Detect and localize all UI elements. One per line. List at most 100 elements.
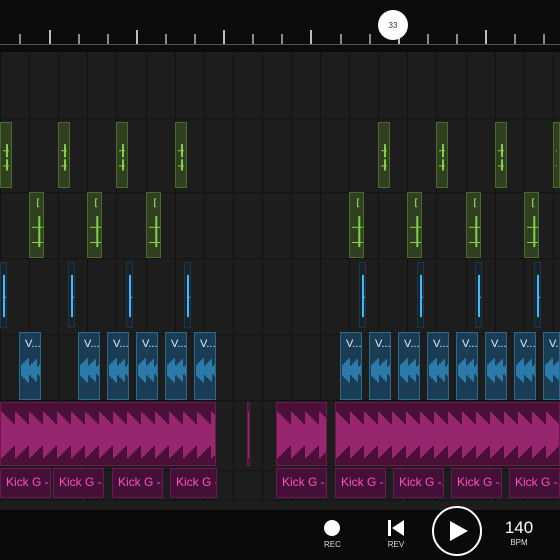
kick-clip-label: Kick G -...	[6, 475, 50, 489]
ruler-tick	[78, 34, 80, 44]
vox-clip-label: V...	[200, 338, 216, 350]
vox-clip[interactable]: V...	[340, 332, 362, 400]
ruler-baseline	[0, 44, 560, 45]
ruler-tick	[456, 34, 458, 44]
kick-clip[interactable]: Kick G -...	[335, 468, 386, 498]
perc-clip[interactable]	[0, 262, 7, 328]
vox-clip[interactable]: V...	[78, 332, 100, 400]
perc-clip[interactable]	[359, 262, 366, 328]
perc-clip[interactable]	[126, 262, 133, 328]
kick-clip-label: Kick G -...	[515, 475, 559, 489]
vox-clip[interactable]: V...	[427, 332, 449, 400]
vox-clip-label: V...	[520, 338, 536, 350]
snare-clip-label: [...	[355, 198, 363, 209]
ruler-tick	[485, 30, 487, 44]
snare-clip-label: [...	[93, 198, 101, 209]
timeline-ruler[interactable]: 33	[0, 0, 560, 52]
kick-clip-label: Kick G -...	[399, 475, 443, 489]
snare-clip[interactable]: [...	[29, 192, 44, 258]
vox-clip[interactable]: V...	[456, 332, 478, 400]
kick-clip-label: Kick G -...	[341, 475, 385, 489]
vox-clip[interactable]: V...	[369, 332, 391, 400]
vox-clip-label: V...	[549, 338, 559, 350]
rec-label: REC	[324, 540, 341, 549]
hat-clip[interactable]	[495, 122, 507, 188]
snare-clip[interactable]: [...	[407, 192, 422, 258]
ruler-tick	[543, 34, 545, 44]
sequencer-app: 33 [... [... [... [... [... [... [... V... V... V…	[0, 0, 560, 560]
kick-clip[interactable]: Kick G -...	[276, 468, 327, 498]
rev-button[interactable]: REV	[386, 520, 406, 549]
vox-clip-label: V...	[433, 338, 449, 350]
bass-clip[interactable]	[0, 402, 216, 466]
kick-clip[interactable]: Kick G -...	[112, 468, 163, 498]
vox-clip[interactable]: V...	[19, 332, 41, 400]
snare-clip[interactable]: [...	[146, 192, 161, 258]
bass-clip[interactable]	[276, 402, 327, 466]
kick-clip[interactable]: Kick G -...	[0, 468, 51, 498]
playhead-marker[interactable]: 33	[378, 10, 408, 40]
snare-clip-label: [...	[530, 198, 538, 209]
hat-clip[interactable]	[0, 122, 12, 188]
ruler-tick	[194, 34, 196, 44]
snare-clip[interactable]: [...	[466, 192, 481, 258]
vox-clip[interactable]: V...	[543, 332, 560, 400]
hat-clip[interactable]	[175, 122, 187, 188]
bpm-value: 140	[504, 518, 534, 537]
snare-clip[interactable]: [...	[349, 192, 364, 258]
perc-clip[interactable]	[534, 262, 541, 328]
play-icon	[450, 521, 468, 541]
vox-clip[interactable]: V...	[107, 332, 129, 400]
vox-clip[interactable]: V...	[398, 332, 420, 400]
kick-clip[interactable]: Kick G -...	[393, 468, 444, 498]
perc-clip[interactable]	[475, 262, 482, 328]
snare-clip[interactable]: [...	[87, 192, 102, 258]
snare-clip-label: [...	[472, 198, 480, 209]
perc-clip[interactable]	[184, 262, 191, 328]
bass-clip[interactable]	[335, 402, 560, 466]
track-grid[interactable]: [... [... [... [... [... [... [... V... V... V...…	[0, 52, 560, 501]
bass-clip[interactable]	[247, 402, 250, 466]
bass-waveform	[277, 412, 326, 458]
vox-clip[interactable]: V...	[194, 332, 216, 400]
perc-waveform	[478, 274, 481, 318]
perc-waveform	[71, 274, 74, 318]
ruler-tick	[107, 34, 109, 44]
vox-clip[interactable]: V...	[485, 332, 507, 400]
bpm-label: BPM	[510, 538, 528, 547]
snare-clip[interactable]: [...	[524, 192, 539, 258]
hat-clip[interactable]	[436, 122, 448, 188]
ruler-tick	[165, 34, 167, 44]
track-row[interactable]	[0, 122, 560, 193]
hat-clip[interactable]	[116, 122, 128, 188]
perc-waveform	[129, 274, 132, 318]
hat-waveform	[556, 150, 557, 167]
hat-waveform	[498, 144, 504, 171]
kick-clip[interactable]: Kick G -...	[170, 468, 217, 498]
ruler-tick	[223, 30, 225, 44]
kick-clip[interactable]: Kick G -...	[509, 468, 560, 498]
ruler-tick	[340, 34, 342, 44]
tempo-display[interactable]: 140 BPM	[496, 518, 542, 547]
perc-waveform	[362, 274, 365, 318]
vox-clip-label: V...	[25, 338, 41, 350]
track-row[interactable]	[0, 52, 560, 119]
hat-waveform	[3, 144, 9, 171]
hat-clip[interactable]	[553, 122, 560, 188]
vox-clip[interactable]: V...	[136, 332, 158, 400]
kick-clip[interactable]: Kick G -...	[53, 468, 104, 498]
hat-clip[interactable]	[58, 122, 70, 188]
kick-clip[interactable]: Kick G -...	[451, 468, 502, 498]
perc-clip[interactable]	[68, 262, 75, 328]
ruler-tick	[310, 30, 312, 44]
hat-clip[interactable]	[378, 122, 390, 188]
perc-clip[interactable]	[417, 262, 424, 328]
vox-clip[interactable]: V...	[165, 332, 187, 400]
kick-clip-label: Kick G -...	[282, 475, 326, 489]
play-button[interactable]	[432, 506, 482, 556]
vox-clip-label: V...	[375, 338, 391, 350]
rec-button[interactable]: REC	[324, 520, 341, 549]
rev-label: REV	[387, 540, 405, 549]
vox-clip[interactable]: V...	[514, 332, 536, 400]
kick-clip-label: Kick G -...	[176, 475, 216, 489]
